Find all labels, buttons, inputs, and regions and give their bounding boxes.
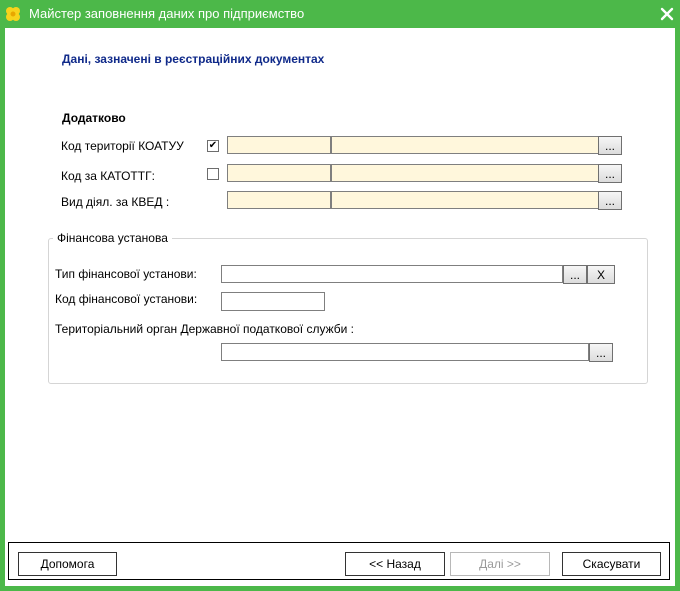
financial-institution-group (48, 238, 648, 384)
additional-section-title: Додатково (62, 111, 126, 125)
back-button[interactable]: << Назад (345, 552, 445, 576)
koatuu-name-input[interactable] (331, 136, 599, 154)
financial-type-browse-button[interactable]: ... (563, 265, 587, 284)
katottg-checkbox[interactable] (207, 168, 219, 180)
help-button[interactable]: Допомога (18, 552, 117, 576)
title-bar: Майстер заповнення даних про підприємств… (0, 0, 680, 28)
cancel-button[interactable]: Скасувати (562, 552, 661, 576)
page-heading: Дані, зазначені в реєстраційних документ… (62, 52, 325, 66)
financial-code-label: Код фінансової установи: (55, 292, 198, 306)
koatuu-checkbox[interactable]: ✔ (207, 140, 219, 152)
flower-icon (6, 7, 20, 21)
kved-browse-button[interactable]: ... (598, 191, 622, 210)
financial-type-clear-button[interactable]: X (587, 265, 615, 284)
kved-name-input[interactable] (331, 191, 599, 209)
katottg-label: Код за КАТОТТГ: (61, 169, 155, 183)
tax-office-input[interactable] (221, 343, 589, 361)
wizard-content: Дані, зазначені в реєстраційних документ… (5, 28, 675, 586)
kved-code-input[interactable] (227, 191, 331, 209)
close-icon (660, 7, 674, 21)
next-button[interactable]: Далі >> (450, 552, 550, 576)
financial-type-input[interactable] (221, 265, 563, 283)
financial-code-input[interactable] (221, 292, 325, 311)
financial-type-label: Тип фінансової установи: (55, 267, 197, 281)
wizard-footer: Допомога << Назад Далі >> Скасувати (8, 542, 670, 580)
koatuu-label: Код території КОАТУУ (61, 139, 184, 153)
window-title: Майстер заповнення даних про підприємств… (29, 6, 305, 21)
koatuu-browse-button[interactable]: ... (598, 136, 622, 155)
close-button[interactable] (658, 5, 676, 23)
koatuu-code-input[interactable] (227, 136, 331, 154)
katottg-name-input[interactable] (331, 164, 599, 182)
katottg-code-input[interactable] (227, 164, 331, 182)
katottg-browse-button[interactable]: ... (598, 164, 622, 183)
kved-label: Вид діял. за КВЕД : (61, 195, 170, 209)
tax-office-label: Територіальний орган Державної податково… (55, 322, 354, 336)
tax-office-browse-button[interactable]: ... (589, 343, 613, 362)
financial-institution-legend: Фінансова установа (53, 231, 172, 245)
